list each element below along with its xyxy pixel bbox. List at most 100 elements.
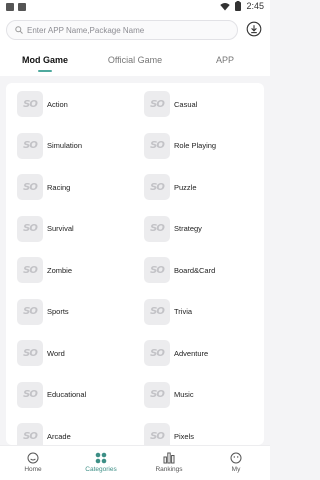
category-logo-icon: SO — [144, 257, 170, 283]
category-logo-icon: SO — [144, 381, 170, 408]
nav-categories-label: Categories — [85, 466, 117, 473]
category-item[interactable]: SO Sports — [17, 298, 137, 325]
category-logo-text: SO — [150, 223, 165, 234]
search-icon — [15, 26, 23, 34]
category-label: Word — [47, 348, 65, 358]
home-icon — [27, 452, 39, 464]
category-label: Zombie — [47, 265, 73, 275]
category-logo-icon: SO — [17, 215, 43, 242]
category-item[interactable]: SO Simulation — [17, 132, 137, 159]
tab-official-game[interactable]: Official Game — [100, 55, 170, 65]
category-logo-icon: SO — [144, 298, 170, 325]
category-label: Educational — [47, 390, 87, 399]
app-notification-icon — [18, 3, 26, 11]
category-logo-text: SO — [150, 430, 165, 442]
bottom-nav: Home Categories Rankings My — [0, 445, 270, 480]
nav-home-label: Home — [24, 466, 42, 473]
category-logo-icon: SO — [17, 340, 43, 366]
battery-icon — [235, 1, 242, 11]
category-logo-text: SO — [23, 347, 38, 359]
status-time: 2:45 — [246, 1, 264, 11]
header: Mod Game Official Game APP — [0, 14, 270, 76]
category-logo-text: SO — [150, 181, 165, 193]
category-item[interactable]: SO Zombie — [17, 257, 137, 283]
status-bar: 2:45 — [0, 0, 270, 14]
nav-rankings[interactable]: Rankings — [144, 452, 194, 473]
category-logo-text: SO — [23, 389, 38, 400]
category-logo-icon: SO — [144, 174, 170, 200]
category-label: Puzzle — [174, 182, 197, 192]
search-input[interactable] — [27, 21, 233, 39]
category-label: Action — [47, 99, 68, 109]
search-bar[interactable] — [6, 20, 238, 40]
category-logo-text: SO — [150, 389, 165, 400]
category-logo-icon: SO — [144, 132, 170, 159]
category-item[interactable]: SO Adventure — [144, 340, 264, 366]
category-logo-text: SO — [150, 347, 165, 359]
category-item[interactable]: SO Puzzle — [144, 174, 264, 200]
category-label: Role Playing — [174, 141, 217, 150]
category-logo-text: SO — [23, 306, 38, 317]
category-item[interactable]: SO Racing — [17, 174, 137, 200]
active-tab-indicator — [38, 70, 52, 72]
category-label: Board&Card — [174, 265, 216, 275]
category-logo-icon: SO — [144, 215, 170, 242]
category-logo-icon: SO — [17, 257, 43, 283]
notification-icon — [6, 3, 14, 11]
tab-app[interactable]: APP — [205, 55, 245, 65]
category-item[interactable]: SO Word — [17, 340, 137, 366]
category-item[interactable]: SO Action — [17, 91, 137, 117]
category-logo-text: SO — [150, 140, 165, 151]
category-logo-icon: SO — [17, 132, 43, 159]
category-item[interactable]: SO Board&Card — [144, 257, 264, 283]
category-label: Survival — [47, 224, 74, 233]
nav-categories[interactable]: Categories — [76, 452, 126, 473]
category-item[interactable]: SO Role Playing — [144, 132, 264, 159]
tab-mod-game[interactable]: Mod Game — [13, 55, 77, 65]
category-logo-text: SO — [150, 264, 165, 276]
category-logo-icon: SO — [17, 298, 43, 325]
wifi-icon — [220, 2, 231, 10]
category-item[interactable]: SO Music — [144, 381, 264, 408]
category-label: Sports — [47, 307, 69, 316]
category-logo-icon: SO — [144, 91, 170, 117]
category-logo-icon: SO — [144, 423, 170, 445]
categories-icon — [95, 452, 107, 464]
category-grid: SO Action SO Casual SO Simulation SO Role Playi… — [6, 83, 264, 445]
category-label: Adventure — [174, 348, 209, 358]
category-item[interactable]: SO Casual — [144, 91, 264, 117]
nav-my[interactable]: My — [211, 452, 261, 473]
category-label: Simulation — [47, 141, 83, 150]
category-logo-text: SO — [23, 98, 38, 110]
category-item[interactable]: SO Arcade — [17, 423, 137, 445]
category-logo-icon: SO — [17, 423, 43, 445]
category-label: Casual — [174, 99, 198, 109]
category-item[interactable]: SO Educational — [17, 381, 137, 408]
category-logo-text: SO — [23, 140, 38, 151]
category-label: Strategy — [174, 224, 202, 233]
category-logo-text: SO — [23, 430, 38, 442]
category-logo-text: SO — [23, 264, 38, 276]
category-logo-text: SO — [150, 98, 165, 110]
category-logo-icon: SO — [17, 91, 43, 117]
category-item[interactable]: SO Trivia — [144, 298, 264, 325]
category-item[interactable]: SO Pixels — [144, 423, 264, 445]
nav-my-label: My — [231, 466, 241, 473]
download-icon[interactable] — [246, 21, 262, 37]
nav-rankings-label: Rankings — [155, 466, 183, 473]
category-label: Arcade — [47, 431, 71, 441]
category-label: Racing — [47, 182, 71, 192]
category-item[interactable]: SO Survival — [17, 215, 137, 242]
category-logo-icon: SO — [17, 174, 43, 200]
category-logo-text: SO — [150, 306, 165, 317]
category-logo-text: SO — [23, 223, 38, 234]
my-icon — [230, 452, 242, 464]
category-logo-text: SO — [23, 181, 38, 193]
category-item[interactable]: SO Strategy — [144, 215, 264, 242]
category-logo-icon: SO — [17, 381, 43, 408]
nav-home[interactable]: Home — [8, 452, 58, 473]
category-tabs: Mod Game Official Game APP — [0, 50, 270, 74]
category-label: Trivia — [174, 307, 193, 316]
category-label: Pixels — [174, 431, 195, 441]
category-logo-icon: SO — [144, 340, 170, 366]
